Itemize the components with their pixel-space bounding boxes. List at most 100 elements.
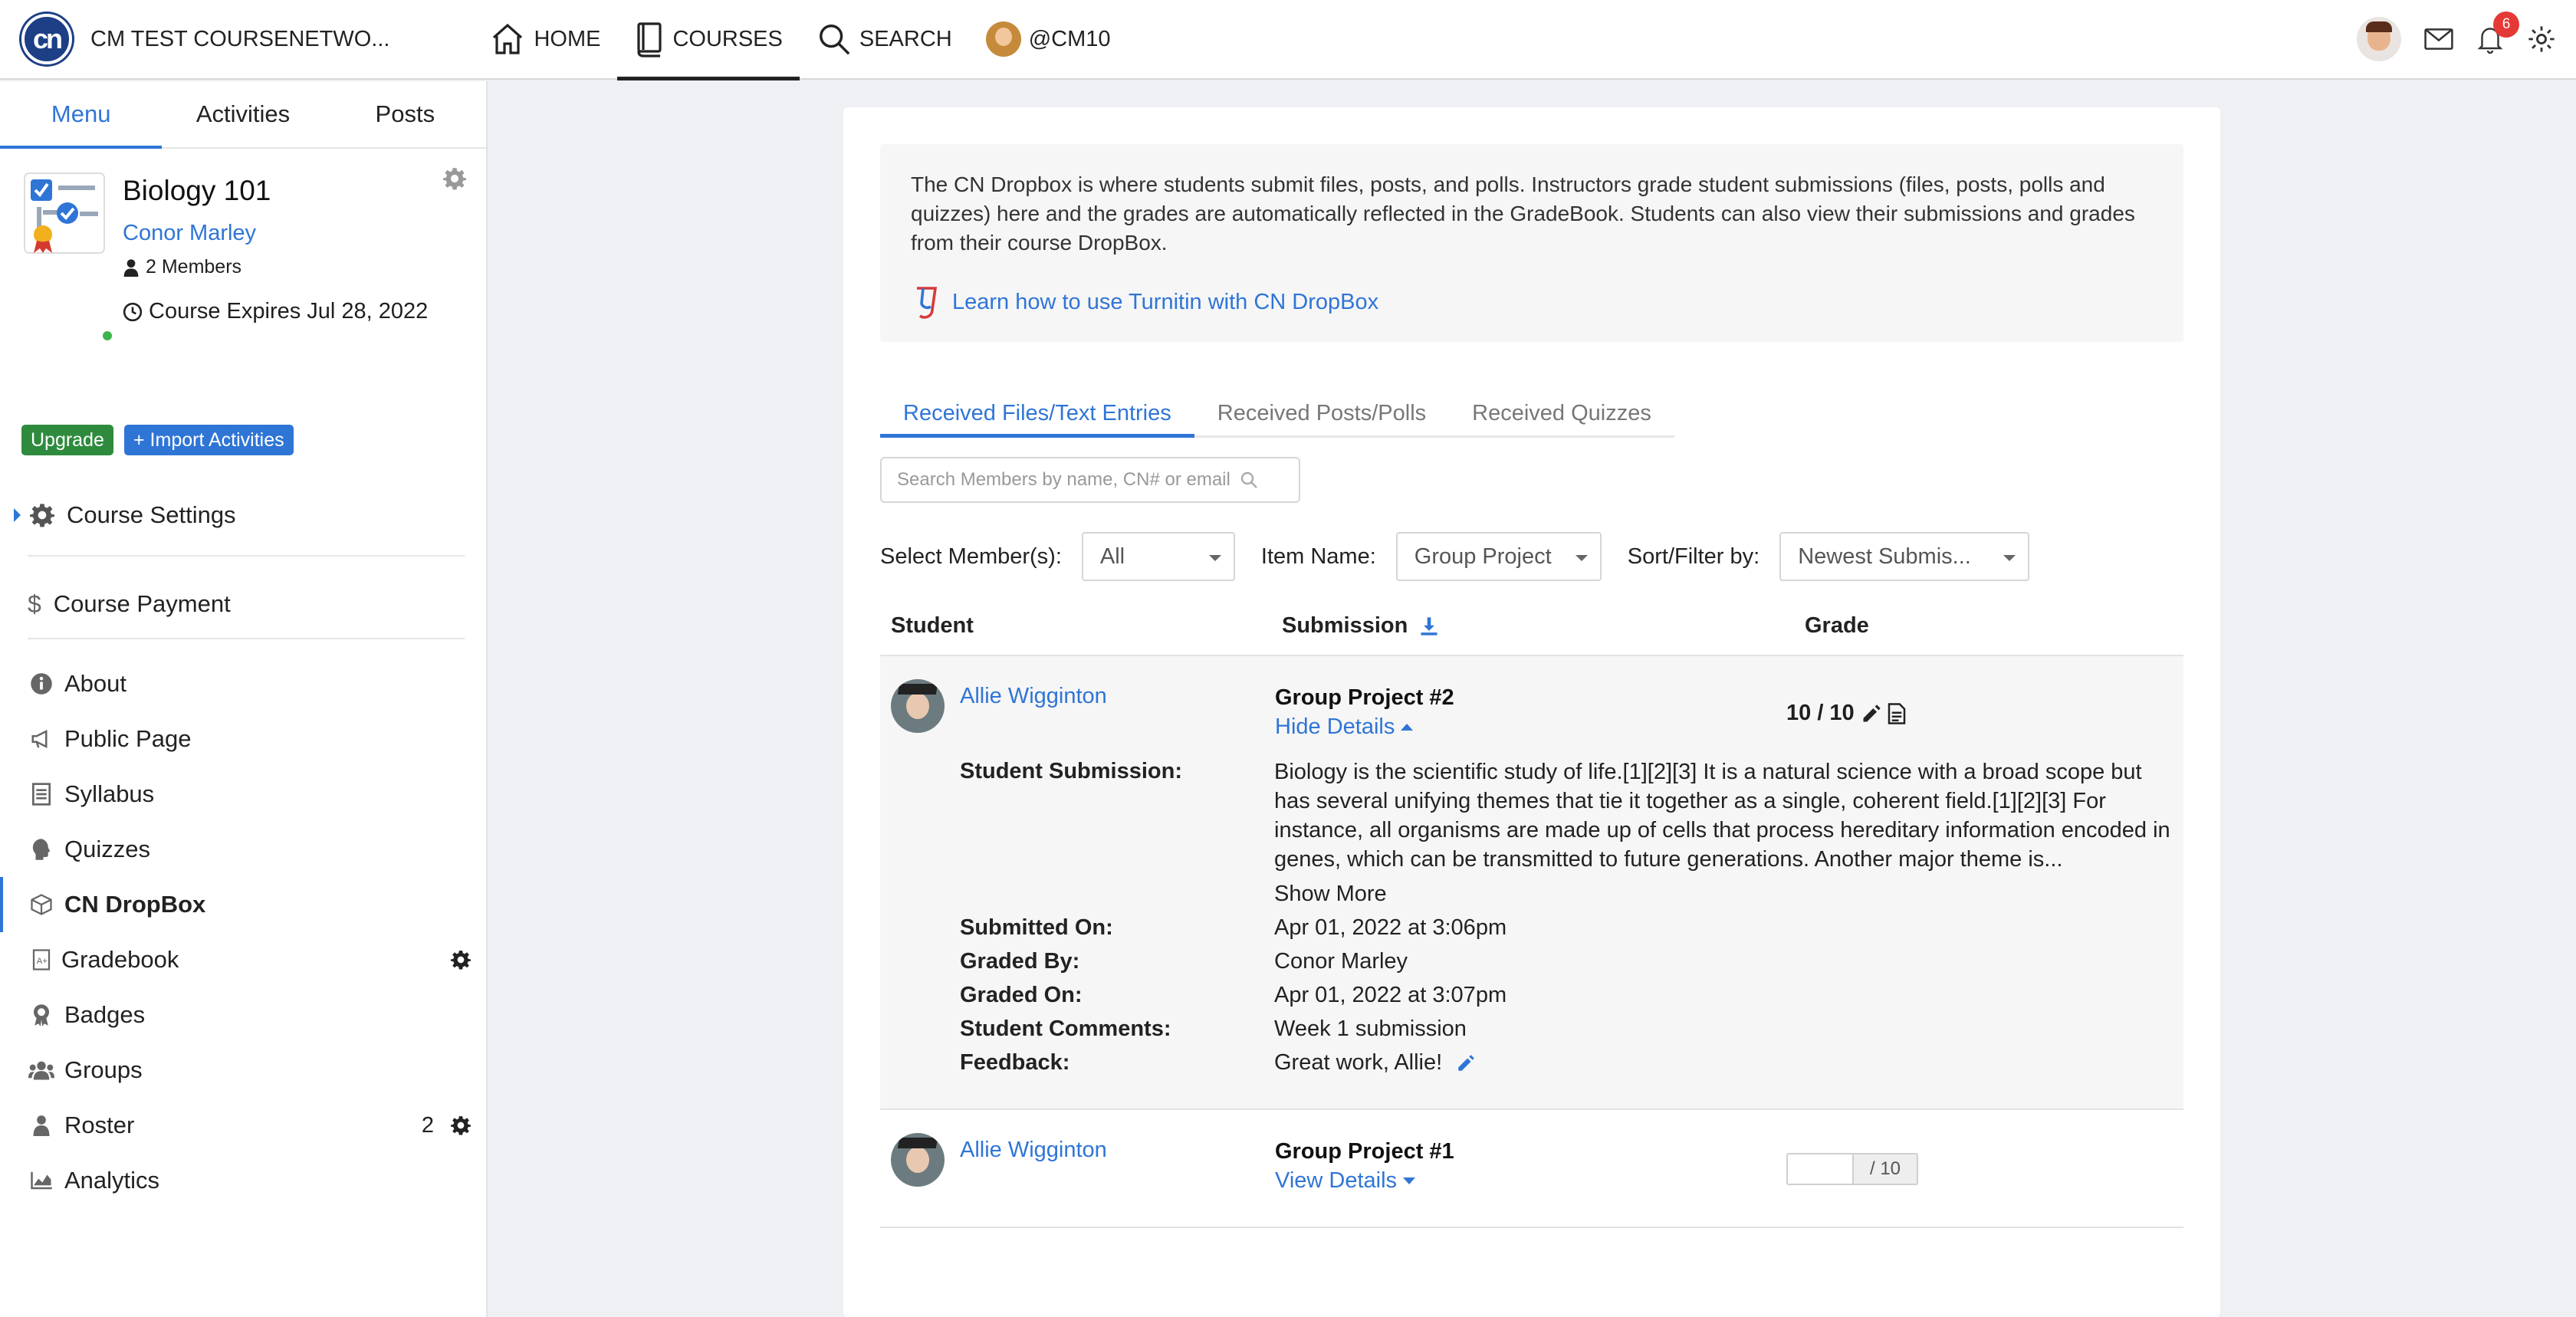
grade-max: / 10 bbox=[1852, 1154, 1917, 1184]
user-icon bbox=[123, 258, 139, 277]
grade-value: 10 / 10 bbox=[1786, 701, 1855, 725]
sidebar-item-about[interactable]: About bbox=[0, 656, 488, 711]
download-icon[interactable] bbox=[1418, 616, 1440, 637]
tab-received-files[interactable]: Received Files/Text Entries bbox=[880, 391, 1194, 438]
dropbox-info-box: The CN Dropbox is where students submit … bbox=[880, 144, 2183, 342]
chevron-down-icon bbox=[1208, 555, 1221, 561]
feedback-label: Feedback: bbox=[960, 1050, 1070, 1075]
student-name-link[interactable]: Allie Wigginton bbox=[960, 684, 1107, 709]
submission-title[interactable]: Group Project #2 bbox=[1275, 685, 1454, 711]
home-icon bbox=[493, 23, 523, 54]
nav-search-label: SEARCH bbox=[859, 26, 952, 51]
student-name-link[interactable]: Allie Wigginton bbox=[960, 1138, 1107, 1163]
column-grade: Grade bbox=[1805, 613, 1869, 638]
settings-button[interactable] bbox=[2527, 25, 2556, 54]
tab-activities[interactable]: Activities bbox=[162, 81, 324, 147]
nav-home[interactable]: HOME bbox=[472, 0, 617, 79]
item-name-select[interactable]: Group Project bbox=[1395, 532, 1602, 581]
badge-icon bbox=[34, 1004, 49, 1026]
school-name[interactable]: CM TEST COURSENETWO... bbox=[90, 27, 389, 52]
gear-icon bbox=[2528, 26, 2555, 52]
book-icon bbox=[637, 22, 662, 57]
column-submission-label: Submission bbox=[1282, 613, 1408, 638]
dropbox-tabs: Received Files/Text Entries Received Pos… bbox=[880, 391, 1674, 438]
tab-menu[interactable]: Menu bbox=[0, 81, 163, 149]
search-icon bbox=[819, 25, 850, 55]
submission-text: Biology is the scientific study of life.… bbox=[1274, 760, 2170, 872]
course-settings-gear[interactable] bbox=[443, 167, 466, 194]
tab-received-quizzes[interactable]: Received Quizzes bbox=[1449, 391, 1674, 435]
notifications-button[interactable]: 6 bbox=[2476, 11, 2519, 54]
sort-filter-label: Sort/Filter by: bbox=[1627, 544, 1760, 569]
nav-search[interactable]: SEARCH bbox=[800, 0, 969, 79]
hide-details-toggle[interactable]: Hide Details bbox=[1275, 714, 1414, 740]
gradebook-icon: A+ bbox=[32, 949, 51, 971]
course-owner-link[interactable]: Conor Marley bbox=[123, 221, 256, 246]
graded-by-link[interactable]: Conor Marley bbox=[1274, 949, 1408, 974]
gear-icon[interactable] bbox=[451, 1115, 471, 1135]
brand[interactable]: cn CM TEST COURSENETWO... bbox=[21, 14, 389, 64]
sidebar-item-quizzes[interactable]: Quizzes bbox=[0, 822, 488, 877]
messages-button[interactable] bbox=[2424, 28, 2453, 51]
avatar bbox=[2357, 17, 2401, 61]
view-details-label: View Details bbox=[1275, 1168, 1398, 1193]
submission-title[interactable]: Group Project #1 bbox=[1275, 1139, 1454, 1164]
member-select[interactable]: All bbox=[1081, 532, 1235, 581]
sort-filter-select[interactable]: Newest Submis... bbox=[1779, 532, 2030, 581]
logo[interactable]: cn bbox=[21, 14, 72, 64]
show-more-link[interactable]: Show More bbox=[1274, 882, 1387, 907]
sidebar-item-cn-dropbox[interactable]: CN DropBox bbox=[0, 877, 488, 932]
sidebar-item-label: About bbox=[64, 670, 127, 697]
course-payment-link[interactable]: $ Course Payment bbox=[0, 576, 488, 632]
graded-by-label: Graded By: bbox=[960, 949, 1080, 974]
expiration-text: Course Expires Jul 28, 2022 bbox=[149, 299, 429, 324]
tab-posts[interactable]: Posts bbox=[324, 81, 486, 147]
view-details-toggle[interactable]: View Details bbox=[1275, 1168, 1416, 1194]
pencil-icon[interactable] bbox=[1456, 1053, 1476, 1073]
sidebar-item-groups[interactable]: Groups bbox=[0, 1043, 488, 1098]
grade-input-field[interactable] bbox=[1788, 1154, 1852, 1184]
course-settings-toggle[interactable]: Course Settings bbox=[0, 488, 488, 543]
course-expiration: Course Expires Jul 28, 2022 bbox=[123, 299, 428, 324]
gear-icon bbox=[443, 168, 466, 190]
feedback-text: Great work, Allie! bbox=[1274, 1050, 1443, 1075]
gradebook-settings[interactable] bbox=[451, 950, 471, 970]
member-search-input[interactable]: Search Members by name, CN# or email bbox=[880, 457, 1300, 503]
online-status-dot bbox=[103, 331, 112, 340]
sidebar-item-syllabus[interactable]: Syllabus bbox=[0, 767, 488, 822]
users-icon bbox=[28, 1061, 54, 1080]
submission-label: Student Submission: bbox=[960, 759, 1182, 783]
student-avatar[interactable] bbox=[891, 679, 945, 733]
nav-courses[interactable]: COURSES bbox=[617, 0, 800, 80]
grade-display: 10 / 10 bbox=[1786, 701, 1907, 726]
grade-entry: / 10 bbox=[1786, 1153, 1918, 1185]
pencil-icon[interactable] bbox=[1861, 703, 1882, 724]
sidebar: Menu Activities Posts Biology 101 Conor bbox=[0, 81, 488, 1317]
column-student: Student bbox=[891, 613, 974, 638]
graded-on-label: Graded On: bbox=[960, 983, 1083, 1007]
roster-count: 2 bbox=[421, 1112, 434, 1138]
student-avatar[interactable] bbox=[891, 1133, 945, 1187]
user-avatar[interactable] bbox=[2357, 17, 2401, 61]
roster-actions: 2 bbox=[422, 1113, 471, 1138]
chart-icon bbox=[31, 1171, 52, 1190]
turnitin-link[interactable]: Learn how to use Turnitin with CN DropBo… bbox=[911, 284, 1378, 320]
nav-profile[interactable]: @CM10 bbox=[969, 0, 1128, 79]
sidebar-item-label: Public Page bbox=[64, 725, 192, 752]
sidebar-item-roster[interactable]: Roster 2 bbox=[0, 1098, 488, 1153]
document-icon bbox=[32, 783, 51, 806]
submitted-on-value: Apr 01, 2022 at 3:06pm bbox=[1274, 915, 1507, 940]
member-filter-label: Select Member(s): bbox=[880, 544, 1062, 569]
sidebar-item-gradebook[interactable]: A+ Gradebook bbox=[0, 932, 488, 987]
tab-received-posts[interactable]: Received Posts/Polls bbox=[1194, 391, 1449, 435]
sidebar-item-public-page[interactable]: Public Page bbox=[0, 711, 488, 767]
document-icon[interactable] bbox=[1887, 702, 1907, 725]
sidebar-item-badges[interactable]: Badges bbox=[0, 987, 488, 1043]
dropbox-intro-text: The CN Dropbox is where students submit … bbox=[911, 172, 2135, 255]
members-count: 2 Members bbox=[146, 256, 242, 278]
sidebar-tabs: Menu Activities Posts bbox=[0, 81, 486, 149]
import-activities-button[interactable]: + Import Activities bbox=[124, 425, 294, 455]
course-title[interactable]: Biology 101 bbox=[123, 175, 271, 207]
upgrade-button[interactable]: Upgrade bbox=[21, 425, 113, 455]
sidebar-item-analytics[interactable]: Analytics bbox=[0, 1153, 488, 1208]
